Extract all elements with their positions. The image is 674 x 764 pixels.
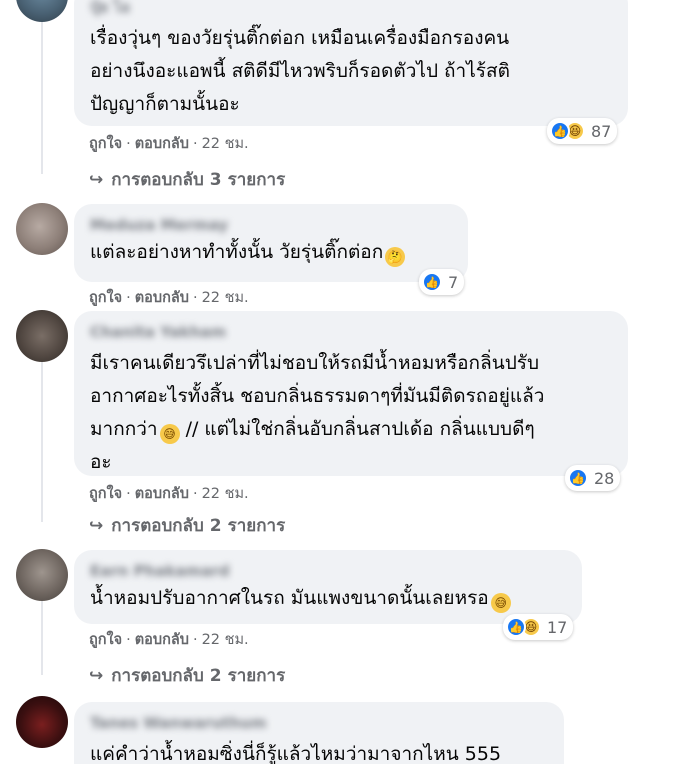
sweat-smile-emoji: 😅 [490, 593, 511, 613]
thread-line [41, 342, 43, 522]
like-button[interactable]: ถูกใจ [89, 136, 122, 152]
commenter-name[interactable]: Tanes Wanwaruthum [90, 714, 548, 732]
commenter-avatar[interactable] [16, 0, 68, 22]
view-replies-link[interactable]: ↪ การตอบกลับ 2 รายการ [89, 512, 285, 539]
reaction-count: 28 [594, 468, 615, 488]
comment-bubble: Tanes Wanwaruthum แค่คำว่าน้ำหอมซิ่งนี่ก… [74, 702, 564, 764]
comment-bubble: Meduza Mermay แต่ละอย่างหาทำทั้งนั้น วัย… [74, 204, 468, 282]
comment-actions: ถูกใจ · ตอบกลับ · 22 ชม. [89, 136, 249, 152]
like-button[interactable]: ถูกใจ [89, 486, 122, 502]
comment-text: เรื่องวุ่นๆ ของวัยรุ่นติ๊กต่อก เหมือนเคร… [90, 27, 510, 115]
comment-text: มีเราคนเดียวรึเปล่าที่ไม่ชอบให้รถมีน้ำหอ… [90, 352, 545, 473]
comment-time[interactable]: 22 ชม. [202, 486, 249, 502]
reply-arrow-icon: ↪ [89, 169, 104, 190]
comment-time[interactable]: 22 ชม. [202, 136, 249, 152]
reply-arrow-icon: ↪ [89, 665, 104, 686]
like-button[interactable]: ถูกใจ [89, 632, 122, 648]
reaction-count: 7 [448, 272, 459, 292]
reply-button[interactable]: ตอบกลับ [135, 136, 189, 152]
reply-button[interactable]: ตอบกลับ [135, 486, 189, 502]
commenter-avatar[interactable] [16, 203, 68, 255]
comment-actions: ถูกใจ · ตอบกลับ · 22 ชม. [89, 632, 249, 648]
thread-line [41, 22, 43, 174]
reaction-summary[interactable]: 👍 28 [565, 465, 621, 491]
comment-time[interactable]: 22 ชม. [202, 290, 249, 306]
reply-button[interactable]: ตอบกลับ [135, 290, 189, 306]
like-icon: 👍 [550, 121, 570, 141]
commenter-avatar[interactable] [16, 696, 68, 748]
comment-time[interactable]: 22 ชม. [202, 632, 249, 648]
comment-actions: ถูกใจ · ตอบกลับ · 22 ชม. [89, 486, 249, 502]
commenter-avatar[interactable] [16, 549, 68, 601]
comment-bubble: Chanita Yakham มีเราคนเดียวรึเปล่าที่ไม่… [74, 311, 628, 476]
like-icon: 👍 [422, 272, 442, 292]
view-replies-link[interactable]: ↪ การตอบกลับ 3 รายการ [89, 166, 285, 193]
like-icon: 👍 [506, 617, 526, 637]
comment-text: แต่ละอย่างหาทำทั้งนั้น วัยรุ่นติ๊กต่อก 🤔 [90, 236, 452, 269]
comment-text: น้ำหอมปรับอากาศในรถ มันแพงขนาดนั้นเลยหรอ… [90, 582, 566, 615]
reaction-count: 17 [547, 617, 568, 637]
commenter-name[interactable]: Earn Phakamard [90, 562, 566, 580]
like-icon: 👍 [568, 468, 588, 488]
sweat-smile-emoji: 😅 [159, 424, 180, 444]
reply-arrow-icon: ↪ [89, 515, 104, 536]
commenter-avatar[interactable] [16, 310, 68, 362]
reaction-count: 87 [591, 121, 612, 141]
reaction-summary[interactable]: 👍 😆 87 [547, 118, 618, 144]
like-button[interactable]: ถูกใจ [89, 290, 122, 306]
comment-bubble: Earn Phakamard น้ำหอมปรับอากาศในรถ มันแพ… [74, 550, 582, 624]
reaction-summary[interactable]: 👍 😆 17 [503, 614, 574, 640]
reaction-summary[interactable]: 👍 7 [419, 269, 465, 295]
comment-text: แค่คำว่าน้ำหอมซิ่งนี่ก็รู้แล้วไหมว่ามาจา… [90, 743, 502, 764]
thinking-face-emoji: 🤔 [385, 247, 406, 267]
comment-bubble: ปุ๋ย ไอ เรื่องวุ่นๆ ของวัยรุ่นติ๊กต่อก เ… [74, 0, 628, 126]
commenter-name[interactable]: Chanita Yakham [90, 323, 612, 341]
commenter-name[interactable]: ปุ๋ย ไอ [90, 0, 612, 16]
commenter-name[interactable]: Meduza Mermay [90, 216, 452, 234]
comment-actions: ถูกใจ · ตอบกลับ · 22 ชม. [89, 290, 249, 306]
view-replies-link[interactable]: ↪ การตอบกลับ 2 รายการ [89, 662, 285, 689]
reply-button[interactable]: ตอบกลับ [135, 632, 189, 648]
